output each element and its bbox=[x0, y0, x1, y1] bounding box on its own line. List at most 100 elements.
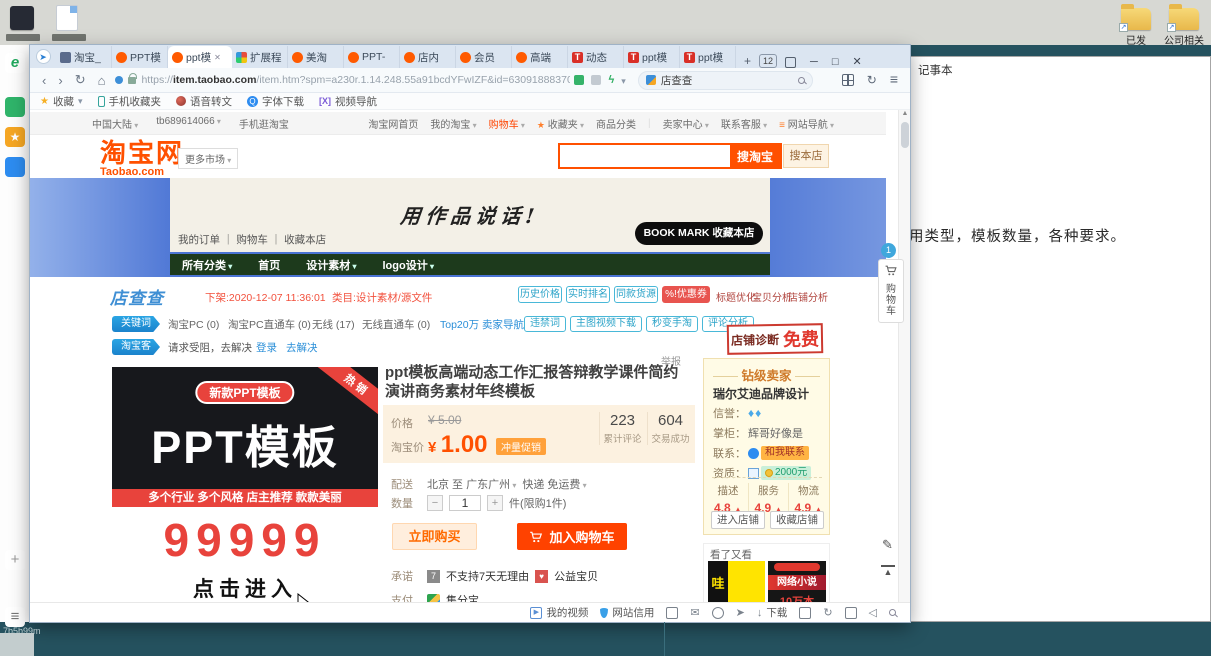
download-button[interactable]: ↓下载 bbox=[757, 605, 788, 620]
taobao-logo[interactable]: 淘宝网 Taobao.com bbox=[100, 140, 184, 178]
bookmark-video[interactable]: 视频导航 bbox=[319, 94, 377, 109]
coupon-button[interactable]: %!优惠券 bbox=[662, 286, 710, 303]
site-nav-menu[interactable]: 网站导航 bbox=[779, 116, 834, 131]
tab-7[interactable]: 店内 bbox=[400, 46, 456, 68]
bookmark-shop-button[interactable]: BOOK MARK 收藏本店 bbox=[635, 222, 763, 245]
plugin-icon[interactable] bbox=[574, 75, 584, 85]
history-price-button[interactable]: 历史价格 bbox=[518, 286, 562, 303]
review-count[interactable]: 223 累计评论 bbox=[599, 412, 645, 445]
add-to-cart-button[interactable]: 加入购物车 bbox=[517, 523, 627, 550]
browser-menu-icon[interactable] bbox=[890, 71, 898, 89]
more-markets-button[interactable]: 更多市场 bbox=[178, 148, 238, 169]
desktop-folder-1[interactable]: ↗ 已发 bbox=[1116, 8, 1156, 47]
contact-me-badge[interactable]: 和我联系 bbox=[761, 446, 809, 460]
page-scrollbar[interactable]: ▲ bbox=[898, 110, 910, 602]
desktop-icon-doc[interactable] bbox=[56, 5, 78, 31]
enter-shop-button[interactable]: 进入店铺 bbox=[711, 511, 765, 529]
menu-icon[interactable]: ≡ bbox=[5, 607, 25, 627]
tab-1[interactable]: 淘宝_ bbox=[56, 46, 112, 68]
annotate-pencil-icon[interactable] bbox=[882, 537, 893, 553]
home-button[interactable]: ⌂ bbox=[98, 73, 106, 88]
item-analysis-link[interactable]: 宝贝分析 bbox=[752, 289, 792, 304]
browser-home-button[interactable]: ➤ bbox=[30, 45, 56, 68]
browser-e-logo-icon[interactable]: e bbox=[5, 53, 25, 73]
my-taobao-menu[interactable]: 我的淘宝 bbox=[430, 116, 476, 131]
tab-4[interactable]: 扩展程 bbox=[232, 46, 288, 68]
chevron-down-icon[interactable] bbox=[621, 71, 626, 89]
account-menu[interactable]: tb689614066 bbox=[156, 116, 221, 131]
kw-taobao-pc-ztc[interactable]: 淘宝PC直通车 (0) bbox=[228, 317, 311, 332]
seller-center-menu[interactable]: 卖家中心 bbox=[663, 116, 709, 131]
tab-count-badge[interactable]: 12 bbox=[759, 54, 777, 68]
main-video-download-button[interactable]: 主图视频下载 bbox=[570, 316, 642, 332]
shop-analysis-link[interactable]: 店铺分析 bbox=[788, 289, 828, 304]
tab-6[interactable]: PPT- bbox=[344, 46, 400, 68]
bookmark-mobile[interactable]: 手机收藏夹 bbox=[98, 94, 162, 109]
region-select[interactable]: 中国大陆 bbox=[92, 116, 138, 131]
nav-design-material[interactable]: 设计素材 bbox=[306, 257, 356, 273]
tab-12[interactable]: ppt模 bbox=[680, 46, 736, 68]
forward-button[interactable]: › bbox=[58, 73, 62, 88]
product-image[interactable]: 热销 新款PPT模板 PPT模板 多个行业 多个风格 店主推荐 款款美丽 999… bbox=[112, 365, 378, 602]
lightning-icon[interactable]: ϟ bbox=[608, 74, 614, 86]
scrollbar-thumb[interactable] bbox=[901, 122, 909, 148]
top20w-link[interactable]: Top20万 bbox=[440, 317, 479, 332]
shipping-route-select[interactable]: 北京 至 广东广州 bbox=[427, 476, 516, 492]
ad-thumbnail-2[interactable]: 网络小说10万本 bbox=[768, 561, 826, 602]
product-title[interactable]: ppt模板高端动态工作汇报答辩教学课件简约演讲商务素材年终模板 bbox=[385, 364, 687, 402]
speaker-icon[interactable]: ◁ bbox=[869, 607, 877, 619]
search-input[interactable] bbox=[560, 145, 730, 167]
search-shop-button[interactable]: 搜本店 bbox=[783, 144, 829, 168]
back-button[interactable]: ‹ bbox=[42, 73, 46, 88]
nav-logo-design[interactable]: logo设计 bbox=[383, 257, 434, 273]
taobao-home-link[interactable]: 淘宝网首页 bbox=[368, 116, 418, 131]
tab-9[interactable]: 高端 bbox=[512, 46, 568, 68]
favorite-shop-button[interactable]: 收藏店铺 bbox=[770, 511, 824, 529]
printer-icon[interactable] bbox=[799, 607, 811, 619]
favorites-menu[interactable]: 收藏夹 bbox=[537, 116, 584, 131]
history-icon[interactable] bbox=[867, 71, 877, 89]
scroll-to-top-button[interactable]: ▲ bbox=[881, 565, 895, 576]
tab-2[interactable]: PPT模 bbox=[112, 46, 168, 68]
shop-name[interactable]: 瑞尔艾迪品牌设计 bbox=[713, 385, 809, 402]
title-optimize-link[interactable]: 标题优化 bbox=[716, 289, 756, 304]
clock-icon[interactable] bbox=[712, 607, 724, 619]
kw-wireless[interactable]: 无线 (17) bbox=[312, 317, 355, 332]
banner-links[interactable]: 我的订单 ｜ 购物车 ｜ 收藏本店 bbox=[178, 232, 326, 247]
tab-10[interactable]: 动态 bbox=[568, 46, 624, 68]
window-icon[interactable] bbox=[845, 607, 857, 619]
contact-service-menu[interactable]: 联系客服 bbox=[721, 116, 767, 131]
tab-close-icon[interactable] bbox=[214, 51, 221, 63]
refresh-button[interactable]: ↻ bbox=[75, 72, 86, 88]
nav-home[interactable]: 首页 bbox=[258, 257, 280, 273]
maximize-button[interactable]: □ bbox=[832, 56, 839, 68]
star-app-icon[interactable]: ★ bbox=[5, 127, 25, 147]
ad-thumbnail-1[interactable]: 哇 bbox=[708, 561, 765, 602]
plus-icon[interactable]: + bbox=[5, 550, 25, 570]
resolve-link[interactable]: 去解决 bbox=[286, 340, 318, 355]
buy-now-button[interactable]: 立即购买 bbox=[392, 523, 477, 550]
mail-icon[interactable]: ✉ bbox=[690, 607, 699, 619]
seller-nav-link[interactable]: 卖家导航 bbox=[482, 317, 524, 332]
apps-grid-icon[interactable] bbox=[842, 74, 854, 86]
toolbar-search-box[interactable]: 店查查 bbox=[638, 71, 813, 90]
bookmark-font[interactable]: 字体下载 bbox=[247, 94, 304, 109]
tab-8[interactable]: 会员 bbox=[456, 46, 512, 68]
kw-wireless-ztc[interactable]: 无线直通车 (0) bbox=[362, 317, 430, 332]
my-videos-button[interactable]: 我的视频 bbox=[530, 605, 588, 620]
tab-list-icon[interactable] bbox=[785, 57, 796, 68]
mobile-preview-button[interactable]: 秒变手淘 bbox=[646, 316, 698, 332]
nav-all-categories[interactable]: 所有分类 bbox=[182, 257, 232, 273]
close-button[interactable]: ✕ bbox=[852, 55, 861, 68]
shield-icon[interactable] bbox=[666, 607, 678, 619]
deal-count[interactable]: 604 交易成功 bbox=[647, 412, 693, 445]
tab-11[interactable]: ppt模 bbox=[624, 46, 680, 68]
tab-3-active[interactable]: ppt模 bbox=[168, 46, 232, 68]
zoom-search-icon[interactable] bbox=[889, 609, 896, 616]
quantity-minus-button[interactable]: − bbox=[427, 495, 443, 511]
blue-app-icon[interactable] bbox=[5, 157, 25, 177]
desktop-folder-2[interactable]: ↗ 公司相关 bbox=[1158, 8, 1210, 47]
scroll-up-arrow[interactable]: ▲ bbox=[899, 110, 910, 117]
new-tab-button[interactable]: + bbox=[744, 54, 751, 68]
extension-icon[interactable] bbox=[591, 75, 601, 85]
